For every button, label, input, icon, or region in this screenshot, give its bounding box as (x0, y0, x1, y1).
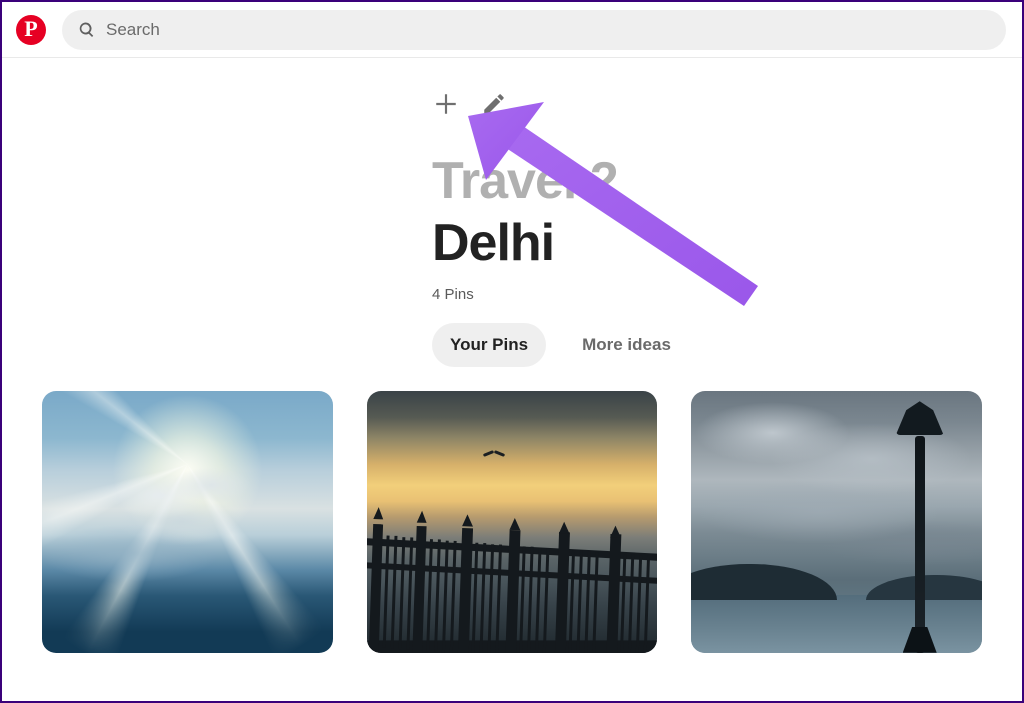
lamp-post (910, 401, 930, 653)
board-parent-name: Travel 2 (432, 154, 1022, 209)
search-icon (78, 21, 96, 39)
app-frame: P Travel 2 Delhi 4 Pins Your Pins More i… (0, 0, 1024, 703)
pinterest-logo-letter: P (24, 18, 37, 40)
pinterest-logo[interactable]: P (16, 15, 46, 45)
fence-silhouette (367, 490, 658, 652)
bird-silhouette (483, 448, 505, 462)
tab-more-ideas[interactable]: More ideas (564, 323, 689, 367)
pin-count: 4 Pins (432, 286, 1022, 303)
board-tabs: Your Pins More ideas (432, 323, 1022, 367)
pins-grid (2, 367, 1022, 653)
add-button[interactable] (432, 90, 460, 118)
pin-thumbnail[interactable] (42, 391, 333, 653)
search-bar[interactable] (62, 10, 1006, 50)
hills (691, 564, 982, 601)
header: P (2, 2, 1022, 58)
board-actions (432, 90, 1022, 118)
tab-your-pins[interactable]: Your Pins (432, 323, 546, 367)
water (691, 595, 982, 653)
pencil-icon (481, 91, 507, 117)
board-header: Travel 2 Delhi 4 Pins Your Pins More ide… (2, 58, 1022, 367)
edit-button[interactable] (480, 90, 508, 118)
pin-thumbnail[interactable] (367, 391, 658, 653)
pin-thumbnail[interactable] (691, 391, 982, 653)
plus-icon (433, 91, 459, 117)
board-title: Delhi (432, 215, 1022, 272)
search-input[interactable] (106, 20, 990, 40)
